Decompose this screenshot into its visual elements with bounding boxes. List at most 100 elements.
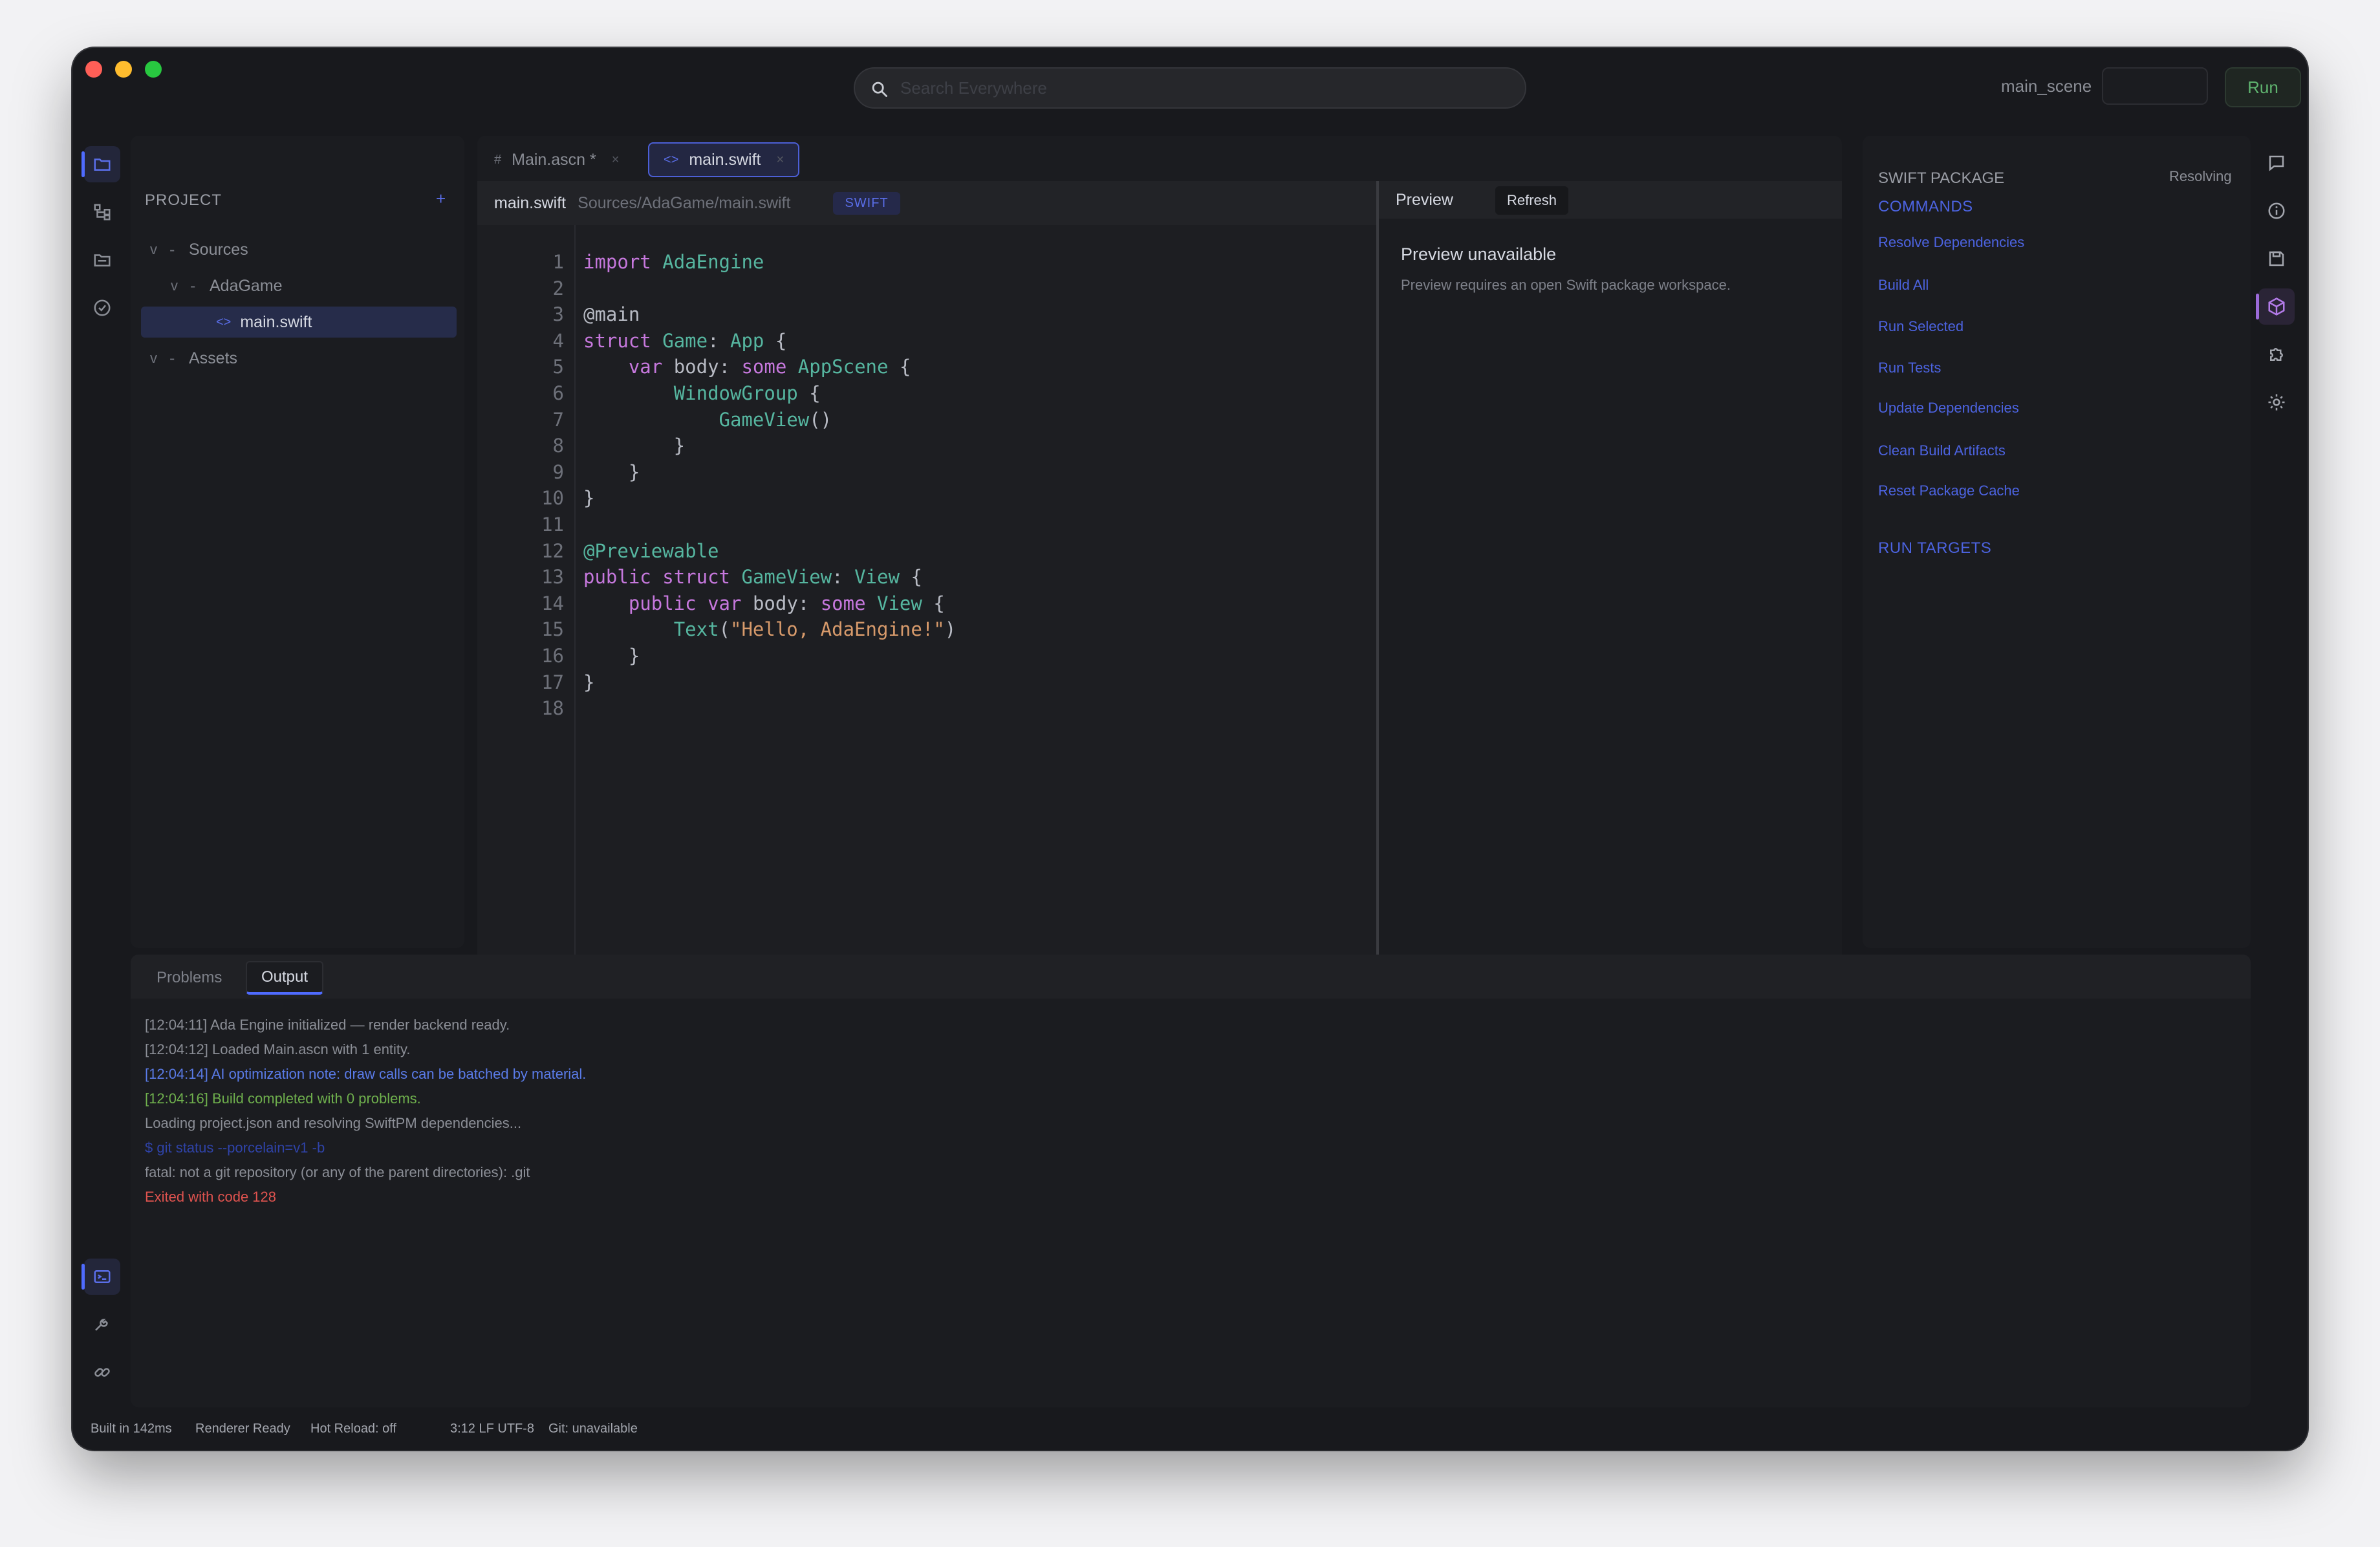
minimize-window-button[interactable] bbox=[115, 61, 132, 78]
hierarchy-icon bbox=[94, 204, 111, 221]
code-text: @Previewable bbox=[583, 539, 719, 562]
breadcrumb: main.swift Sources/AdaGame/main.swift SW… bbox=[477, 181, 1376, 225]
search-icon bbox=[872, 81, 887, 97]
code-text: public var body: some View { bbox=[628, 592, 945, 614]
line-number: 12 bbox=[541, 539, 564, 562]
terminal-activity[interactable] bbox=[81, 1259, 120, 1295]
line-number: 7 bbox=[552, 408, 564, 431]
code-line[interactable]: 8 } bbox=[477, 435, 956, 461]
chevron-down-icon: v bbox=[171, 277, 178, 294]
preview-header: Preview Refresh bbox=[1379, 181, 1842, 219]
folder-marker: - bbox=[169, 240, 175, 259]
explorer-activity[interactable] bbox=[81, 146, 120, 182]
code-content[interactable]: 1 import AdaEngine 2 3 @main 4 struct Game: Ap… bbox=[477, 251, 956, 724]
code-line[interactable]: 15 Text("Hello, AdaEngine!") bbox=[477, 618, 956, 645]
build-all-command[interactable]: Build All bbox=[1878, 277, 1929, 294]
close-window-button[interactable] bbox=[85, 61, 102, 78]
assets-activity[interactable] bbox=[84, 242, 120, 278]
status-hot-reload[interactable]: Hot Reload: off bbox=[310, 1422, 396, 1436]
code-text: WindowGroup { bbox=[673, 382, 821, 404]
line-number: 8 bbox=[552, 435, 564, 457]
run-targets-heading[interactable]: RUN TARGETS bbox=[1878, 539, 1991, 557]
run-selected-command[interactable]: Run Selected bbox=[1878, 318, 1964, 335]
code-line[interactable]: 9 } bbox=[477, 461, 956, 488]
package-cube-icon bbox=[2268, 298, 2285, 316]
code-text: Text("Hello, AdaEngine!") bbox=[673, 618, 957, 641]
global-search[interactable] bbox=[854, 67, 1526, 109]
code-line[interactable]: 3 @main bbox=[477, 303, 956, 330]
line-number: 2 bbox=[552, 277, 564, 299]
tab-label: main.swift bbox=[689, 150, 761, 169]
update-dependencies-command[interactable]: Update Dependencies bbox=[1878, 400, 2019, 416]
code-line[interactable]: 13 public struct GameView: View { bbox=[477, 566, 956, 592]
code-file-icon: <> bbox=[664, 152, 679, 167]
code-line[interactable]: 17} bbox=[477, 671, 956, 698]
commands-heading: COMMANDS bbox=[1878, 198, 1973, 215]
source-control-activity[interactable] bbox=[84, 194, 120, 230]
code-text: public struct GameView: View { bbox=[583, 566, 922, 589]
folder-marker: - bbox=[169, 349, 175, 367]
resolve-dependencies-command[interactable]: Resolve Dependencies bbox=[1878, 234, 2024, 251]
folder-icon bbox=[94, 158, 111, 171]
extensions-activity[interactable] bbox=[2258, 336, 2295, 373]
scene-selector[interactable] bbox=[2102, 67, 2208, 105]
check-circle-icon bbox=[94, 299, 111, 316]
code-text: } bbox=[583, 644, 640, 667]
code-line[interactable]: 2 bbox=[477, 277, 956, 304]
line-number: 13 bbox=[541, 566, 564, 589]
code-line[interactable]: 6 WindowGroup { bbox=[477, 382, 956, 409]
code-file-icon: <> bbox=[216, 314, 232, 329]
chevron-down-icon: v bbox=[150, 350, 157, 366]
code-line[interactable]: 11 bbox=[477, 514, 956, 540]
settings-activity[interactable] bbox=[2258, 384, 2295, 420]
status-git[interactable]: Git: unavailable bbox=[548, 1422, 638, 1436]
code-text: } bbox=[583, 487, 595, 510]
terminal-icon bbox=[94, 1270, 111, 1283]
code-line[interactable]: 1 import AdaEngine bbox=[477, 251, 956, 277]
tab-main-swift[interactable]: <> main.swift × bbox=[648, 142, 800, 177]
tab-output[interactable]: Output bbox=[246, 961, 324, 995]
code-line[interactable]: 7 GameView() bbox=[477, 409, 956, 435]
code-line[interactable]: 18 bbox=[477, 697, 956, 724]
preview-message: Preview requires an open Swift package w… bbox=[1401, 277, 1731, 293]
tree-item-assets[interactable]: v - Assets bbox=[150, 343, 454, 374]
scene-name: main_scene bbox=[2001, 76, 2092, 96]
info-activity[interactable] bbox=[2258, 193, 2295, 229]
code-line[interactable]: 10} bbox=[477, 487, 956, 514]
zoom-window-button[interactable] bbox=[145, 61, 162, 78]
tree-item-adagame[interactable]: v - AdaGame bbox=[171, 270, 455, 301]
close-icon[interactable]: × bbox=[612, 153, 620, 168]
save-activity[interactable] bbox=[2258, 241, 2295, 277]
editor-tab-bar: # Main.ascn * × <> main.swift × bbox=[477, 136, 1842, 181]
tests-activity[interactable] bbox=[84, 290, 120, 326]
add-file-button[interactable]: + bbox=[436, 189, 446, 209]
code-line[interactable]: 4 struct Game: App { bbox=[477, 330, 956, 356]
tab-problems[interactable]: Problems bbox=[142, 961, 236, 995]
refresh-button[interactable]: Refresh bbox=[1495, 186, 1569, 215]
package-title: SWIFT PACKAGE bbox=[1878, 169, 2005, 187]
code-editor[interactable]: main.swift Sources/AdaGame/main.swift SW… bbox=[477, 181, 1376, 991]
code-line[interactable]: 16 } bbox=[477, 645, 956, 671]
tree-item-sources[interactable]: v - Sources bbox=[150, 234, 454, 265]
close-icon[interactable]: × bbox=[777, 153, 784, 168]
tools-activity[interactable] bbox=[84, 1306, 120, 1343]
run-tests-command[interactable]: Run Tests bbox=[1878, 360, 1941, 376]
chat-activity[interactable] bbox=[2258, 145, 2295, 181]
preview-title: Preview bbox=[1396, 190, 1453, 209]
tab-main-ascn[interactable]: # Main.ascn * × bbox=[480, 142, 633, 177]
code-line[interactable]: 5 var body: some AppScene { bbox=[477, 356, 956, 382]
package-activity[interactable] bbox=[2256, 288, 2295, 325]
plugins-activity[interactable] bbox=[84, 1354, 120, 1390]
code-line[interactable]: 12 @Previewable bbox=[477, 540, 956, 567]
clean-build-artifacts-command[interactable]: Clean Build Artifacts bbox=[1878, 442, 2006, 459]
project-title: PROJECT bbox=[145, 191, 222, 209]
reset-package-cache-command[interactable]: Reset Package Cache bbox=[1878, 482, 2020, 499]
run-button[interactable]: Run bbox=[2225, 67, 2301, 107]
code-line[interactable]: 14 public var body: some View { bbox=[477, 592, 956, 619]
tree-item-main-swift[interactable]: <> main.swift bbox=[141, 307, 457, 338]
output-line: Exited with code 128 bbox=[145, 1189, 277, 1205]
status-cursor-encoding[interactable]: 3:12 LF UTF-8 bbox=[450, 1422, 534, 1436]
search-input[interactable] bbox=[900, 78, 1525, 98]
